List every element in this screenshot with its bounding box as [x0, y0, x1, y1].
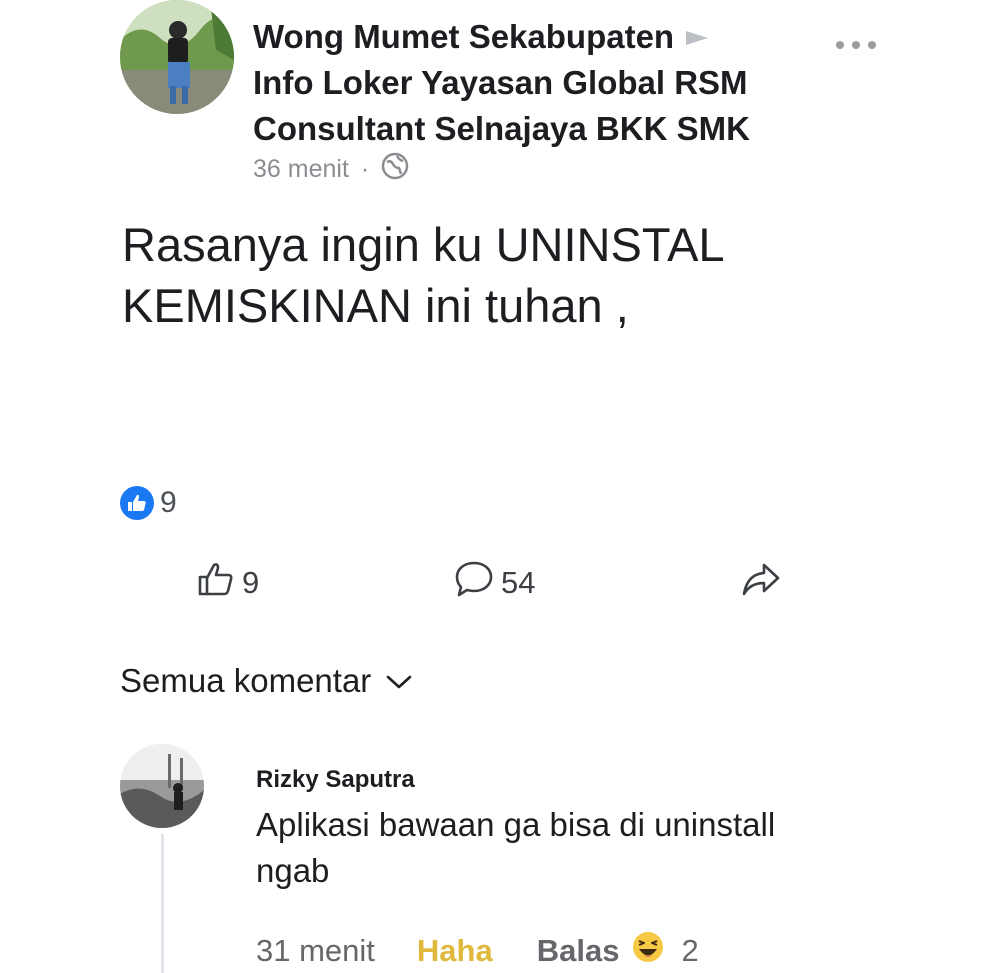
reaction-count: 9 — [160, 486, 177, 519]
like-count: 9 — [242, 565, 260, 600]
chevron-down-icon — [385, 662, 413, 700]
thumbs-up-icon — [196, 559, 236, 607]
meta-separator: · — [360, 155, 370, 183]
comment-bubble-icon — [453, 559, 495, 607]
post-text-line-1: Rasanya ingin ku UNINSTAL — [122, 218, 725, 271]
post-text-line-2: KEMISKINAN ini tuhan , — [122, 279, 629, 332]
comment-count: 54 — [501, 565, 536, 600]
play-arrow-icon — [684, 13, 710, 59]
comment-time[interactable]: 31 menit — [256, 933, 375, 969]
more-options-icon[interactable] — [832, 36, 880, 54]
author-avatar[interactable] — [120, 0, 234, 114]
like-reaction-icon — [120, 486, 154, 520]
post-author[interactable]: Wong Mumet Sekabupaten Info Loker Yayasa… — [253, 14, 813, 152]
author-line-1: Wong Mumet Sekabupaten — [253, 14, 813, 60]
share-button[interactable] — [740, 560, 782, 606]
comments-filter-label: Semua komentar — [120, 662, 372, 699]
comment-text: Aplikasi bawaan ga bisa di uninstall nga… — [256, 802, 866, 894]
comment-text-line-1: Aplikasi bawaan ga bisa di uninstall — [256, 806, 776, 843]
haha-reaction-button[interactable]: Haha — [417, 933, 493, 969]
comment-meta: 31 menit Haha Balas 2 — [256, 930, 699, 972]
author-line-2: Info Loker Yayasan Global RSM — [253, 64, 748, 101]
thread-line — [161, 834, 164, 973]
globe-icon — [381, 152, 409, 187]
post-text: Rasanya ingin ku UNINSTAL KEMISKINAN ini… — [122, 214, 882, 336]
like-button[interactable]: 9 — [196, 560, 259, 606]
author-line-3: Consultant Selnajaya BKK SMK — [253, 110, 750, 147]
comments-filter[interactable]: Semua komentar — [120, 662, 413, 700]
share-arrow-icon — [740, 559, 782, 607]
comment-reaction-count: 2 — [681, 933, 699, 968]
post-time[interactable]: 36 menit — [253, 155, 349, 184]
comment-text-line-2: ngab — [256, 852, 330, 889]
comment-button[interactable]: 54 — [453, 560, 535, 606]
commenter-avatar[interactable] — [120, 744, 204, 828]
reply-button[interactable]: Balas — [537, 933, 620, 969]
reaction-summary[interactable]: 9 — [120, 486, 177, 520]
comment-author[interactable]: Rizky Saputra — [256, 766, 415, 794]
haha-emoji-icon — [631, 930, 665, 972]
post-meta: 36 menit · — [253, 152, 409, 187]
